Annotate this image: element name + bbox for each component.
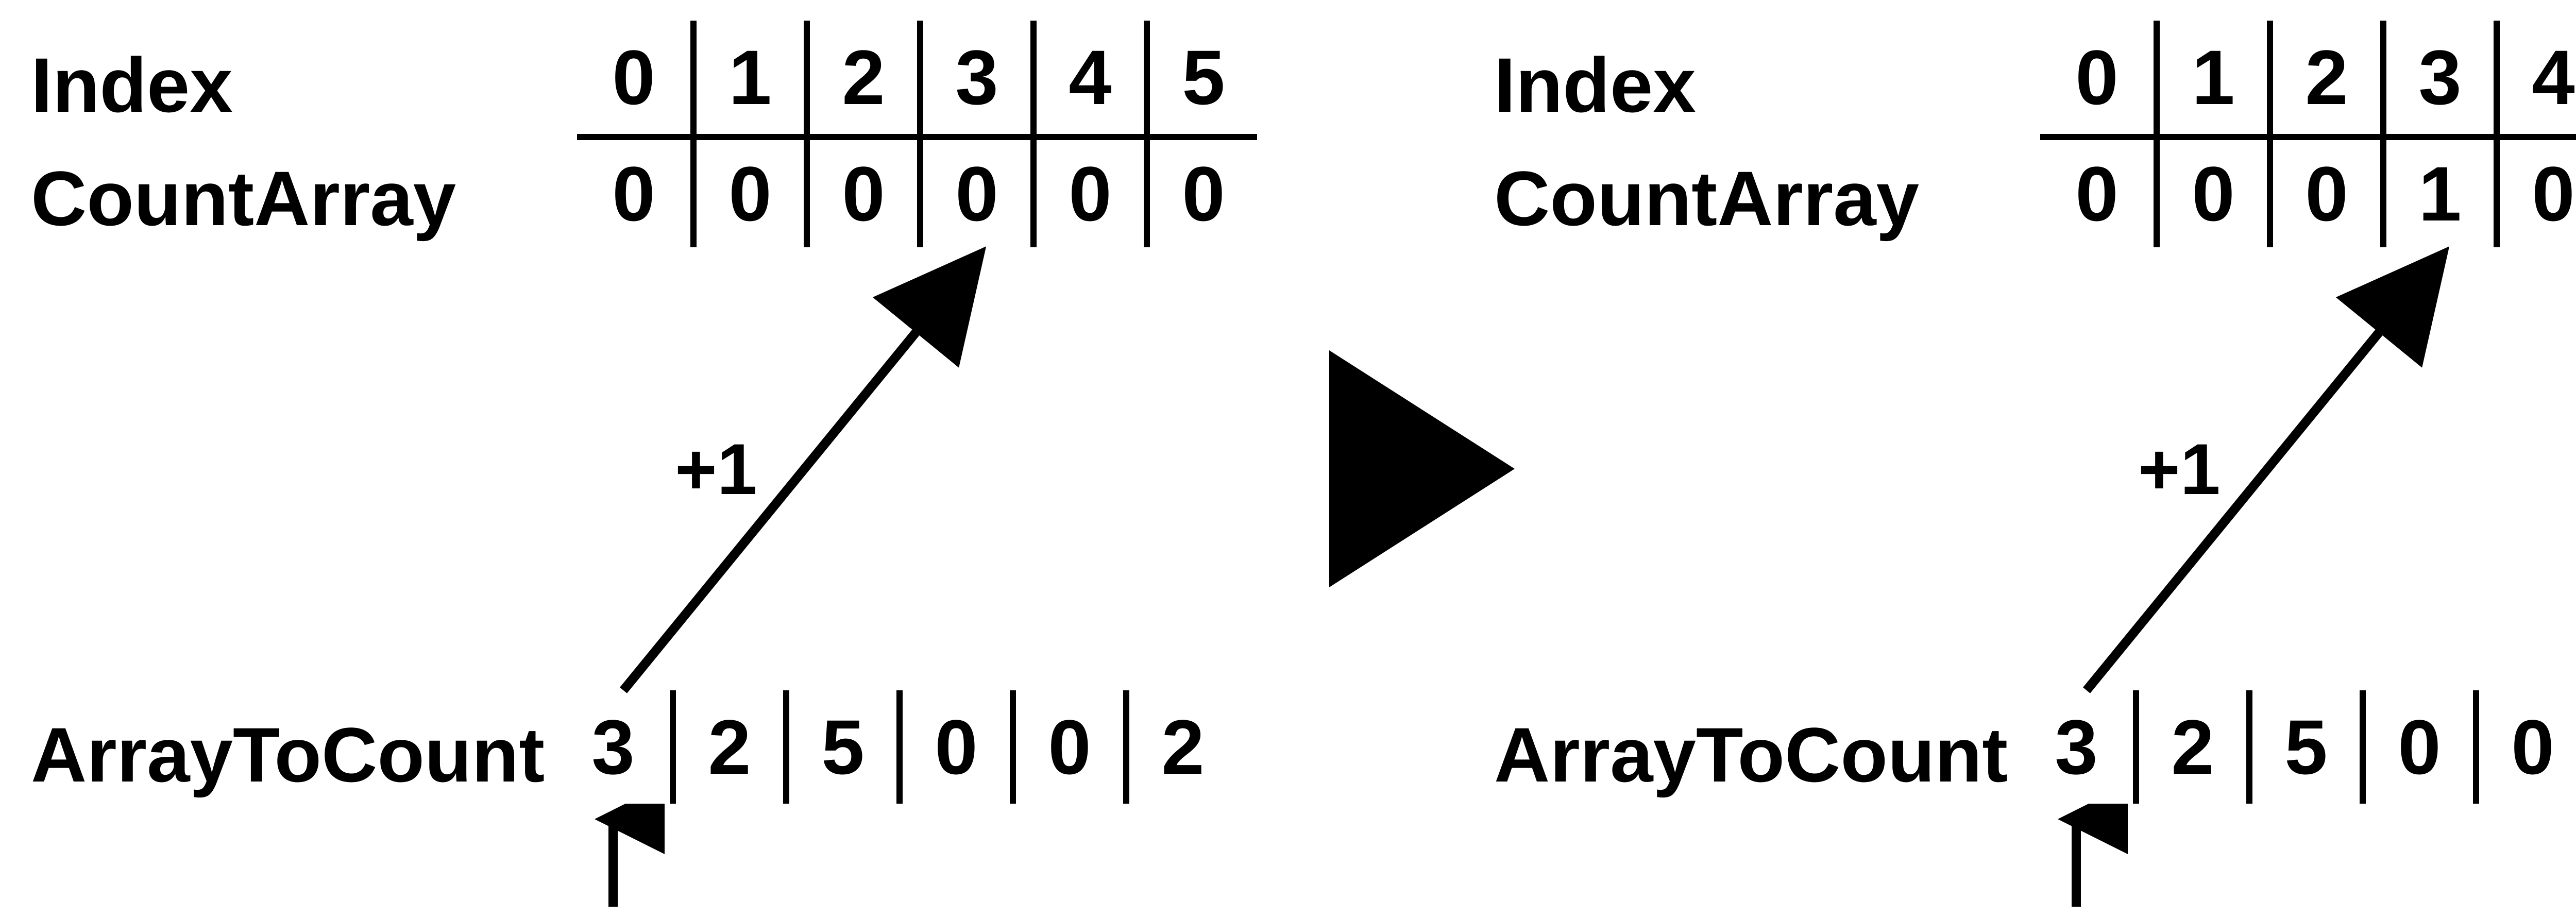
input-cell: 5 bbox=[2246, 690, 2360, 804]
label-index: Index bbox=[1494, 46, 1696, 124]
panel-before: Index CountArray ArrayToCount 0 1 2 3 4 … bbox=[31, 0, 1319, 914]
input-array: 3 2 5 0 0 2 bbox=[556, 690, 1236, 804]
count-cell: 0 bbox=[1030, 134, 1144, 247]
index-cell: 4 bbox=[1030, 21, 1144, 134]
count-cell: 0 bbox=[804, 134, 917, 247]
input-row: 3 2 5 0 0 2 bbox=[556, 690, 1236, 804]
input-cell: 2 bbox=[1123, 690, 1236, 804]
index-cell: 2 bbox=[804, 21, 917, 134]
label-arraytocount: ArrayToCount bbox=[1494, 716, 2008, 793]
index-cell: 0 bbox=[2040, 21, 2154, 134]
index-cell: 2 bbox=[2267, 21, 2380, 134]
index-row: 0 1 2 3 4 5 bbox=[2040, 21, 2576, 134]
label-arraytocount: ArrayToCount bbox=[31, 716, 545, 793]
count-cell: 1 bbox=[2380, 134, 2494, 247]
count-cell: 0 bbox=[2040, 134, 2154, 247]
count-cell: 0 bbox=[690, 134, 804, 247]
input-array: 3 2 5 0 0 2 bbox=[2020, 690, 2576, 804]
input-cell: 2 bbox=[2133, 690, 2246, 804]
label-countarray: CountArray bbox=[31, 160, 456, 237]
count-row: 0 0 0 0 0 0 bbox=[577, 134, 1257, 247]
count-array-table: 0 1 2 3 4 5 0 0 0 0 0 0 bbox=[577, 21, 1257, 247]
input-row: 3 2 5 0 0 2 bbox=[2020, 690, 2576, 804]
panel-after: Index CountArray ArrayToCount 0 1 2 3 4 … bbox=[1494, 0, 2576, 914]
count-cell: 0 bbox=[2267, 134, 2380, 247]
increment-arrow-icon bbox=[2040, 242, 2504, 706]
count-row: 0 0 0 1 0 0 bbox=[2040, 134, 2576, 247]
index-cell: 4 bbox=[2494, 21, 2576, 134]
index-cell: 3 bbox=[917, 21, 1030, 134]
index-cell: 1 bbox=[690, 21, 804, 134]
input-cell: 0 bbox=[896, 690, 1010, 804]
count-cell: 0 bbox=[2154, 134, 2267, 247]
count-array-table: 0 1 2 3 4 5 0 0 0 1 0 0 bbox=[2040, 21, 2576, 247]
input-cell: 0 bbox=[2360, 690, 2473, 804]
count-cell: 0 bbox=[577, 134, 690, 247]
input-cell: 2 bbox=[670, 690, 783, 804]
input-cell: 0 bbox=[1010, 690, 1123, 804]
pointer-arrow-icon bbox=[562, 804, 665, 917]
input-cell: 0 bbox=[2473, 690, 2576, 804]
pointer-arrow-icon bbox=[2025, 804, 2128, 917]
index-row: 0 1 2 3 4 5 bbox=[577, 21, 1257, 134]
count-cell: 0 bbox=[2494, 134, 2576, 247]
count-cell: 0 bbox=[1144, 134, 1257, 247]
transition-triangle-icon bbox=[1329, 350, 1515, 587]
increment-arrow-icon bbox=[577, 242, 1041, 706]
index-cell: 0 bbox=[577, 21, 690, 134]
label-index: Index bbox=[31, 46, 233, 124]
input-cell: 5 bbox=[783, 690, 896, 804]
counting-sort-step-diagram: Index CountArray ArrayToCount 0 1 2 3 4 … bbox=[0, 0, 2576, 914]
input-cell: 3 bbox=[556, 690, 670, 804]
index-cell: 3 bbox=[2380, 21, 2494, 134]
index-cell: 1 bbox=[2154, 21, 2267, 134]
count-cell: 0 bbox=[917, 134, 1030, 247]
index-cell: 5 bbox=[1144, 21, 1257, 134]
label-countarray: CountArray bbox=[1494, 160, 1919, 237]
input-cell: 3 bbox=[2020, 690, 2133, 804]
